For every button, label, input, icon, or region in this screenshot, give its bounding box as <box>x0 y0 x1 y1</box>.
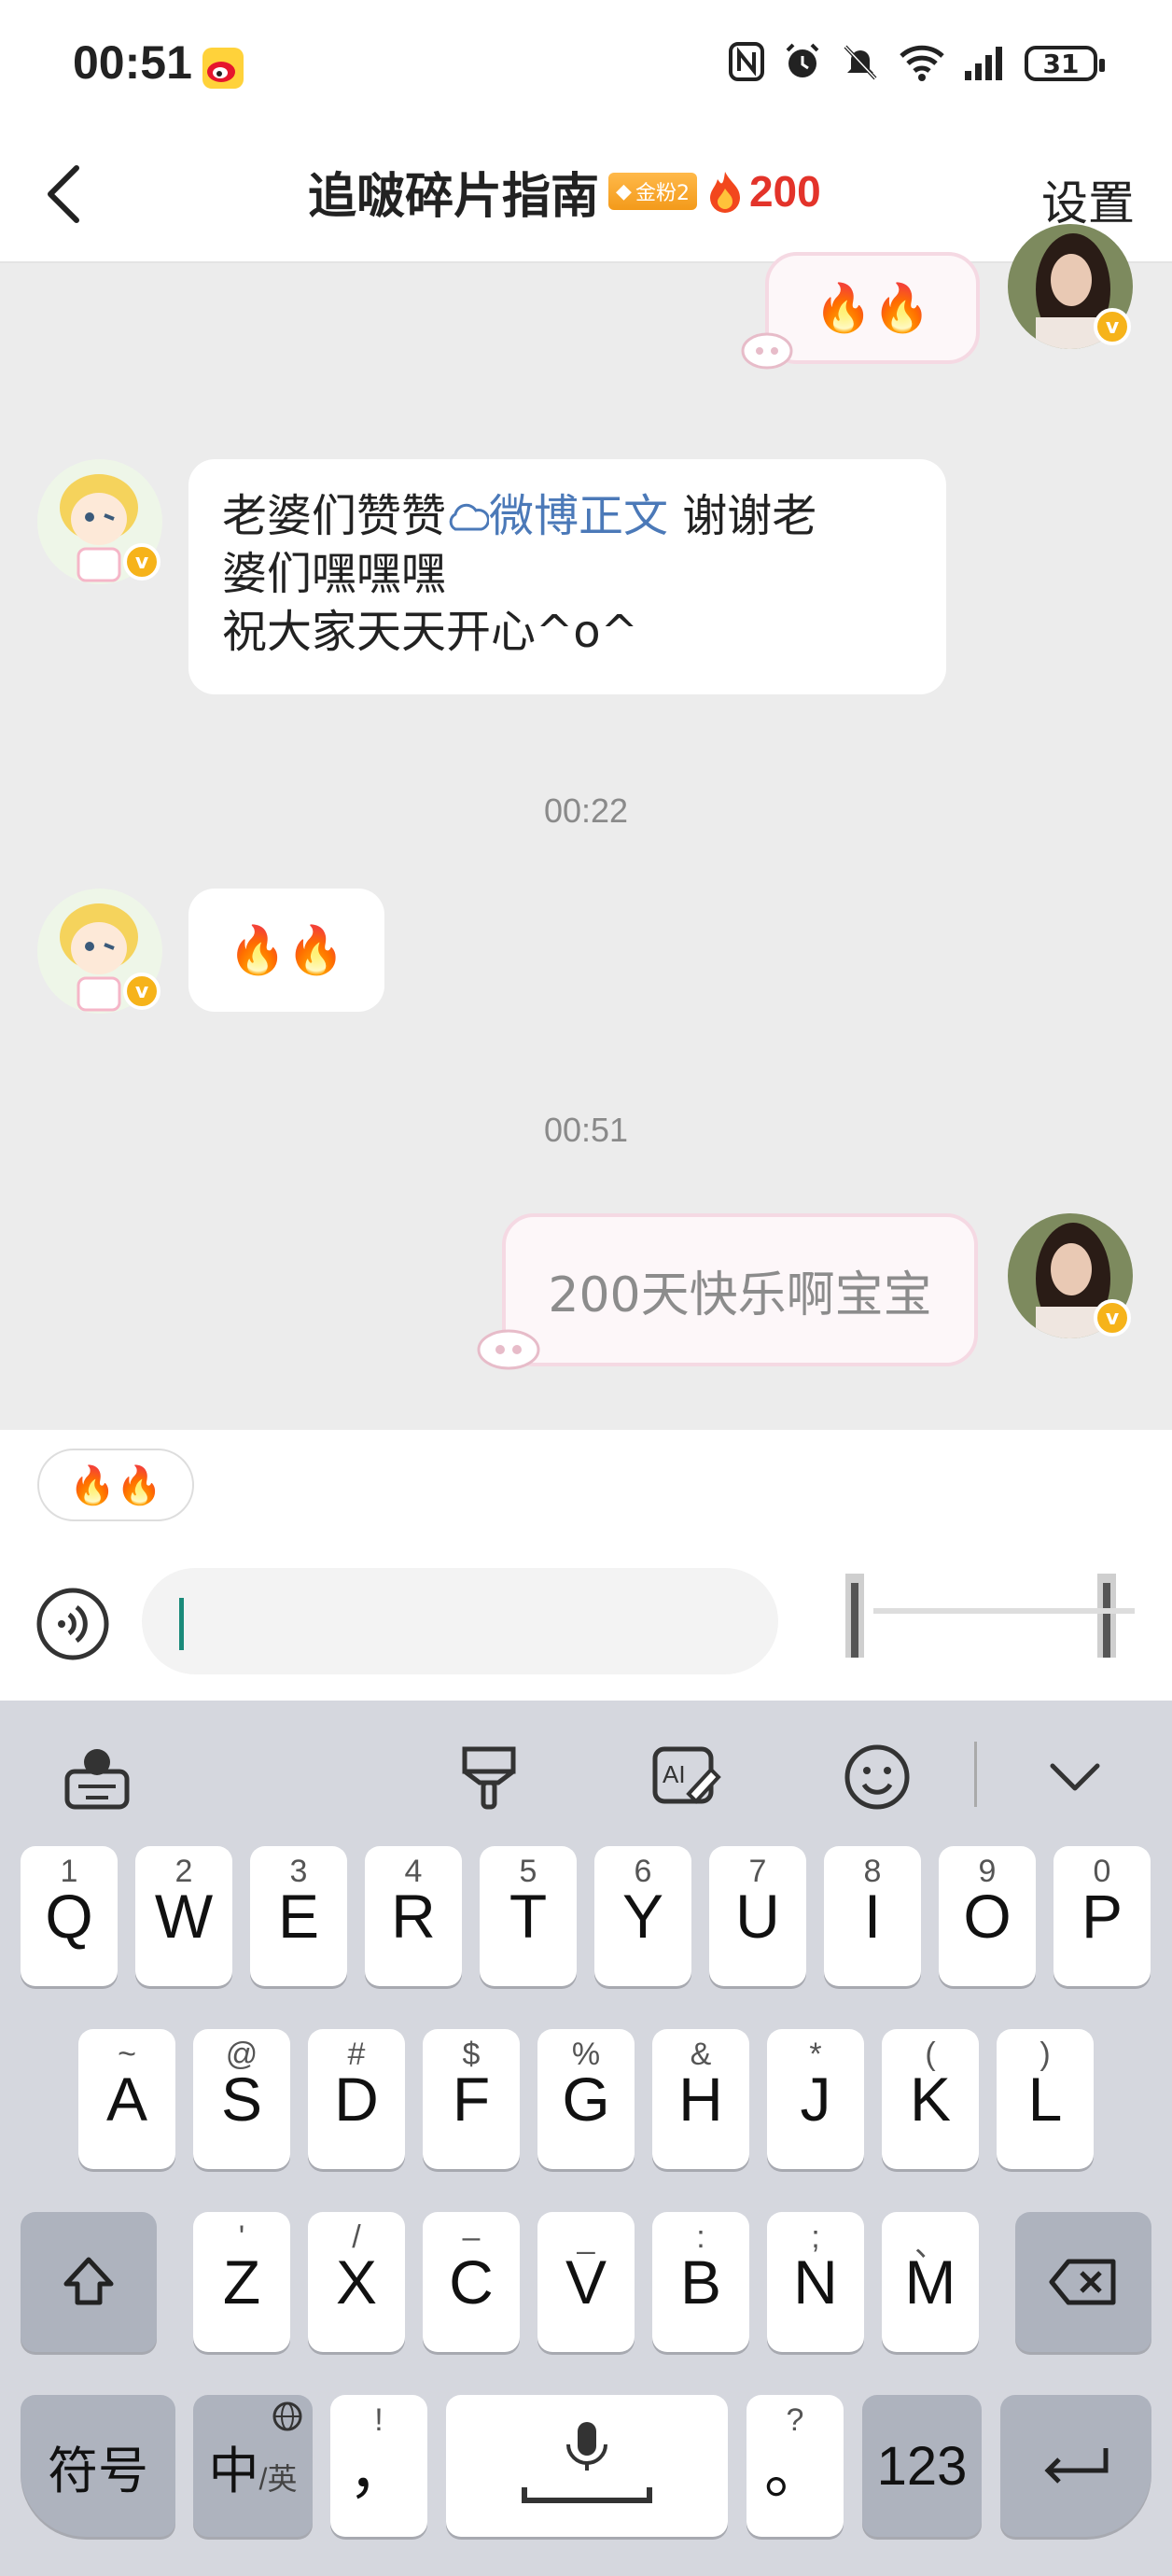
timestamp: 00:22 <box>543 791 629 830</box>
shift-arrow-icon <box>63 2257 114 2305</box>
key-a[interactable]: ~ A <box>78 2029 175 2169</box>
emoji-icon[interactable] <box>840 1740 914 1814</box>
hide-keyboard-chevron-icon[interactable] <box>1038 1740 1112 1814</box>
alarm-icon <box>782 41 823 86</box>
message-bubble-right[interactable]: 200天快乐啊宝宝 <box>502 1213 978 1366</box>
backspace-icon <box>1049 2259 1116 2305</box>
svg-text:AI: AI <box>663 1760 686 1788</box>
diamond-icon: ◆ <box>616 179 632 203</box>
backspace-key[interactable] <box>1015 2212 1151 2352</box>
status-icons: 31 <box>728 41 1105 86</box>
toolbar-divider <box>974 1742 977 1807</box>
key-z[interactable]: ' Z <box>193 2212 290 2352</box>
message-text: 200天快乐啊宝宝 <box>548 1267 932 1323</box>
space-key[interactable] <box>446 2395 728 2537</box>
brush-icon[interactable] <box>452 1740 526 1814</box>
microphone-icon <box>522 2422 652 2503</box>
quick-reply-chip[interactable]: 🔥🔥 <box>37 1449 194 1521</box>
key-x[interactable]: / X <box>308 2212 405 2352</box>
key-l[interactable]: ) L <box>997 2029 1094 2169</box>
key-s[interactable]: @ S <box>193 2029 290 2169</box>
key-f[interactable]: $ F <box>423 2029 520 2169</box>
status-time: 00:51 <box>73 36 192 89</box>
globe-icon <box>272 2401 303 2437</box>
streak-count: 200 <box>706 166 821 217</box>
cloud-icon <box>449 503 490 531</box>
weibo-notification-icon <box>202 47 244 90</box>
ai-write-icon[interactable]: AI <box>649 1740 724 1814</box>
mute-icon <box>840 41 881 86</box>
chat-title-group[interactable]: 追啵碎片指南 ◆ 金粉2 200 <box>308 157 821 226</box>
message-bubble-right[interactable]: 🔥🔥 <box>765 252 980 364</box>
weibo-post-link[interactable]: 微博正文 <box>446 490 668 542</box>
numbers-key[interactable]: 123 <box>862 2395 982 2537</box>
key-k[interactable]: (K <box>882 2029 979 2169</box>
key-v[interactable]: _ V <box>537 2212 635 2352</box>
key-h[interactable]: & H <box>652 2029 749 2169</box>
shift-key[interactable] <box>21 2212 157 2352</box>
enter-key[interactable] <box>1000 2395 1151 2537</box>
key-o[interactable]: 9O <box>939 1846 1036 1986</box>
comma-key[interactable]: !， <box>330 2395 427 2537</box>
timestamp: 00:51 <box>543 1111 629 1149</box>
verified-badge-icon: v <box>123 543 160 581</box>
back-button[interactable] <box>37 157 93 231</box>
period-key[interactable]: ?。 <box>746 2395 844 2537</box>
key-j[interactable]: * J <box>767 2029 864 2169</box>
signal-icon <box>963 41 1008 86</box>
message-text: 🔥🔥 <box>228 922 345 977</box>
voice-icon <box>36 1588 109 1660</box>
key-i[interactable]: 8I <box>824 1846 921 1986</box>
chevron-left-icon <box>48 165 79 223</box>
key-g[interactable]: % G <box>537 2029 635 2169</box>
verified-badge-icon: v <box>1094 308 1131 345</box>
key-w[interactable]: 2W <box>135 1846 232 1986</box>
return-arrow-icon <box>1044 2448 1109 2484</box>
message-text: 🔥🔥 <box>814 280 931 335</box>
text-cursor <box>179 1598 184 1650</box>
key-m[interactable]: 、 M <box>882 2212 979 2352</box>
battery-indicator: 31 <box>1025 46 1105 81</box>
key-q[interactable]: 1Q <box>21 1846 118 1986</box>
chat-title: 追啵碎片指南 <box>308 168 600 225</box>
key-d[interactable]: # D <box>308 2029 405 2169</box>
key-e[interactable]: 3E <box>250 1846 347 1986</box>
keyboard-globe-icon[interactable] <box>60 1740 134 1814</box>
symbols-key[interactable]: 符号 <box>21 2395 175 2537</box>
key-n[interactable]: ; N <box>767 2212 864 2352</box>
verified-badge-icon: v <box>123 973 160 1010</box>
key-c[interactable]: – C <box>423 2212 520 2352</box>
cute-decoration-icon <box>739 329 795 370</box>
language-switch-key[interactable]: 中/英 <box>193 2395 313 2537</box>
settings-button[interactable]: 设置 <box>1041 166 1135 233</box>
key-p[interactable]: 0P <box>1053 1846 1151 1986</box>
fan-level-badge: ◆ 金粉2 <box>608 173 697 210</box>
verified-badge-icon: v <box>1094 1299 1131 1337</box>
wifi-icon <box>898 41 946 86</box>
nfc-icon <box>728 41 765 86</box>
cute-decoration-icon <box>474 1323 543 1372</box>
fire-icon <box>709 172 740 213</box>
key-t[interactable]: 5T <box>480 1846 577 1986</box>
emoji-sticker-buttons[interactable] <box>836 1564 1144 1661</box>
message-bubble-left[interactable]: 老婆们赞赞 微博正文 谢谢老 婆们嘿嘿嘿 祝大家天天开心^o^ <box>188 459 946 694</box>
message-input[interactable] <box>142 1568 778 1674</box>
voice-input-button[interactable] <box>35 1587 110 1661</box>
key-u[interactable]: 7U <box>709 1846 806 1986</box>
message-text: 老婆们赞赞 微博正文 谢谢老 婆们嘿嘿嘿 祝大家天天开心^o^ <box>222 490 817 658</box>
key-b[interactable]: :B <box>652 2212 749 2352</box>
key-r[interactable]: 4R <box>365 1846 462 1986</box>
message-bubble-left[interactable]: 🔥🔥 <box>188 889 384 1012</box>
key-y[interactable]: 6Y <box>594 1846 691 1986</box>
